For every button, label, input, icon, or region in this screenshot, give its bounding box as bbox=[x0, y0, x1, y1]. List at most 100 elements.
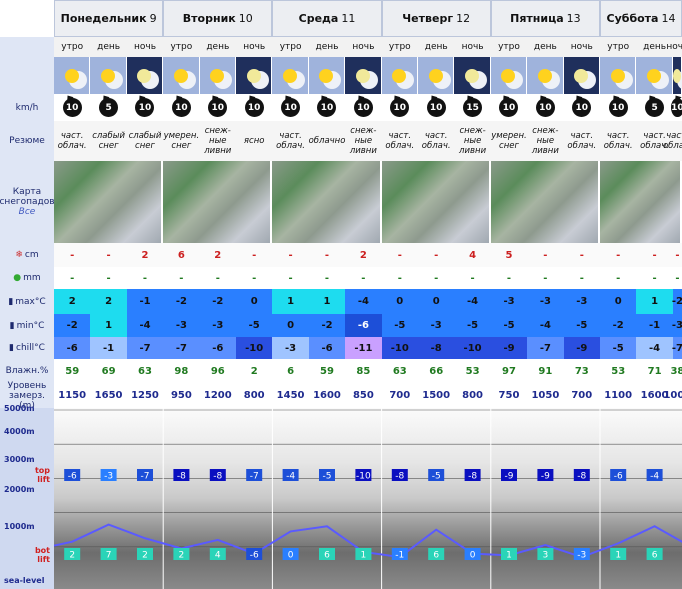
chart-svg: -6-3-7-8-8-7-4-5-10-8-5-8-9-9-8-6-4-6272… bbox=[54, 408, 682, 589]
wind-cell: 10 bbox=[671, 94, 682, 121]
rain-cell: - bbox=[397, 272, 402, 284]
weather-icon bbox=[418, 57, 455, 94]
svg-text:-5: -5 bbox=[432, 472, 441, 482]
day-header[interactable]: Пятница 13 bbox=[490, 0, 600, 37]
day-header[interactable]: Среда 11 bbox=[272, 0, 382, 37]
snowfall-map-thumbnail[interactable] bbox=[600, 161, 681, 243]
day-header[interactable]: Понедельник 9 bbox=[54, 0, 164, 37]
weather-icon bbox=[163, 57, 200, 94]
bot-lift-temp-badge: 6 bbox=[319, 548, 335, 561]
wind-cell: 15 bbox=[454, 94, 490, 121]
snowfall-map-thumbnail[interactable] bbox=[163, 161, 272, 243]
freezing-level-cell: 800 bbox=[462, 390, 484, 401]
day-number: 12 bbox=[456, 12, 471, 25]
summary-cell: умерен. снег bbox=[163, 121, 200, 161]
snowmap-all-link[interactable]: Все bbox=[19, 207, 36, 217]
wind-speed: 10 bbox=[208, 98, 228, 117]
period-label: утро bbox=[381, 37, 418, 57]
summary-cell: част. облач. bbox=[418, 121, 455, 161]
moon-icon bbox=[465, 68, 480, 83]
day-header[interactable]: Четверг 12 bbox=[381, 0, 491, 37]
summary-cell: част. облач. bbox=[563, 121, 600, 161]
svg-text:-5: -5 bbox=[323, 472, 332, 482]
wind-speed: 10 bbox=[62, 98, 82, 117]
summary-cell: снеж- ные ливни bbox=[199, 121, 236, 161]
period-label: день bbox=[308, 37, 346, 57]
humidity-cell: 63 bbox=[392, 365, 407, 377]
chill-temp-cell: -11 bbox=[345, 337, 382, 359]
sun-icon bbox=[64, 68, 79, 83]
day-number: 14 bbox=[661, 12, 676, 25]
freezing-level-cell: 850 bbox=[352, 390, 374, 401]
humidity-cell: 73 bbox=[574, 365, 589, 377]
snow-cell: - bbox=[54, 243, 91, 267]
wind-cell: 10 bbox=[272, 94, 308, 121]
sun-icon bbox=[319, 68, 334, 83]
period-label: утро bbox=[600, 37, 637, 57]
chill-temp-cell: -4 bbox=[636, 337, 673, 359]
weather-icon bbox=[308, 57, 346, 94]
min-temp-cell: -3 bbox=[672, 314, 682, 337]
chill-temp-cell: -9 bbox=[563, 337, 600, 359]
max-temp-cell: 1 bbox=[636, 289, 673, 314]
label-max: ▮ max°C bbox=[0, 289, 54, 314]
axis-tick-label: 2000m bbox=[4, 485, 35, 494]
chill-temp-cell: -6 bbox=[54, 337, 91, 359]
svg-text:2: 2 bbox=[69, 551, 75, 561]
snowfall-map-thumbnail[interactable] bbox=[490, 161, 599, 243]
wind-cell: 10 bbox=[127, 94, 163, 121]
max-temp-cell: 1 bbox=[308, 289, 346, 314]
summary-cell: част. облач. bbox=[54, 121, 91, 161]
axis-tick-label: 3000m bbox=[4, 455, 35, 464]
day-header[interactable]: Суббота 14 bbox=[600, 0, 682, 37]
rain-cell: - bbox=[324, 272, 330, 284]
freezing-level-cell: 1600 bbox=[313, 390, 341, 401]
snow-cell: 5 bbox=[490, 243, 528, 267]
humidity-cell: 59 bbox=[65, 365, 80, 377]
period-label: утро bbox=[490, 37, 528, 57]
corner-icons bbox=[0, 57, 54, 94]
label-snow: ❄ cm bbox=[0, 243, 54, 267]
chill-temp-cell: -7 bbox=[126, 337, 164, 359]
period-label: утро bbox=[272, 37, 309, 57]
svg-text:-8: -8 bbox=[213, 472, 222, 482]
wind-cell: 5 bbox=[636, 94, 672, 121]
freezing-level-cell: 1650 bbox=[94, 390, 123, 401]
wind-cell: 10 bbox=[564, 94, 600, 121]
svg-text:1: 1 bbox=[615, 551, 621, 561]
snow-cell: - bbox=[600, 243, 637, 267]
svg-text:-10: -10 bbox=[356, 472, 371, 482]
period-label: день bbox=[418, 37, 455, 57]
humidity-cell: 59 bbox=[320, 365, 334, 377]
snowfall-map-thumbnail[interactable] bbox=[54, 161, 163, 243]
snow-cell: - bbox=[563, 243, 600, 267]
moon-icon bbox=[246, 68, 261, 83]
svg-text:-3: -3 bbox=[104, 472, 113, 482]
top-lift-temp-badge: -5 bbox=[428, 469, 445, 482]
snowfall-map-thumbnail[interactable] bbox=[272, 161, 381, 243]
wind-cell: 10 bbox=[418, 94, 454, 121]
bot-lift-temp-badge: -1 bbox=[391, 548, 408, 561]
svg-text:-7: -7 bbox=[141, 472, 150, 482]
summary-cell: слабый снег bbox=[90, 121, 127, 161]
svg-text:7: 7 bbox=[106, 551, 112, 561]
snowflake-icon: ❄ bbox=[15, 250, 23, 260]
summary-cell: част. облач. bbox=[272, 121, 309, 161]
freezing-level-cell: 1200 bbox=[203, 390, 232, 401]
snow-cell: 4 bbox=[454, 243, 491, 267]
summary-cell: умерен. снег bbox=[490, 121, 528, 161]
day-header[interactable]: Вторник 10 bbox=[163, 0, 273, 37]
humidity-cell: 85 bbox=[356, 365, 371, 377]
axis-tick-label: 5000m bbox=[4, 404, 35, 413]
humidity-cell: 63 bbox=[138, 365, 152, 377]
snowfall-map-thumbnail[interactable] bbox=[381, 161, 490, 243]
wind-speed: 10 bbox=[390, 98, 410, 117]
min-temp-cell: -1 bbox=[636, 314, 673, 337]
wind-speed: 10 bbox=[426, 98, 446, 117]
wind-speed: 10 bbox=[244, 98, 264, 117]
weather-icon bbox=[600, 57, 637, 94]
max-temp-cell: -3 bbox=[527, 289, 564, 314]
day-number: 11 bbox=[341, 12, 356, 25]
top-lift-temp-badge: -8 bbox=[173, 469, 190, 482]
moon-icon bbox=[355, 68, 370, 83]
